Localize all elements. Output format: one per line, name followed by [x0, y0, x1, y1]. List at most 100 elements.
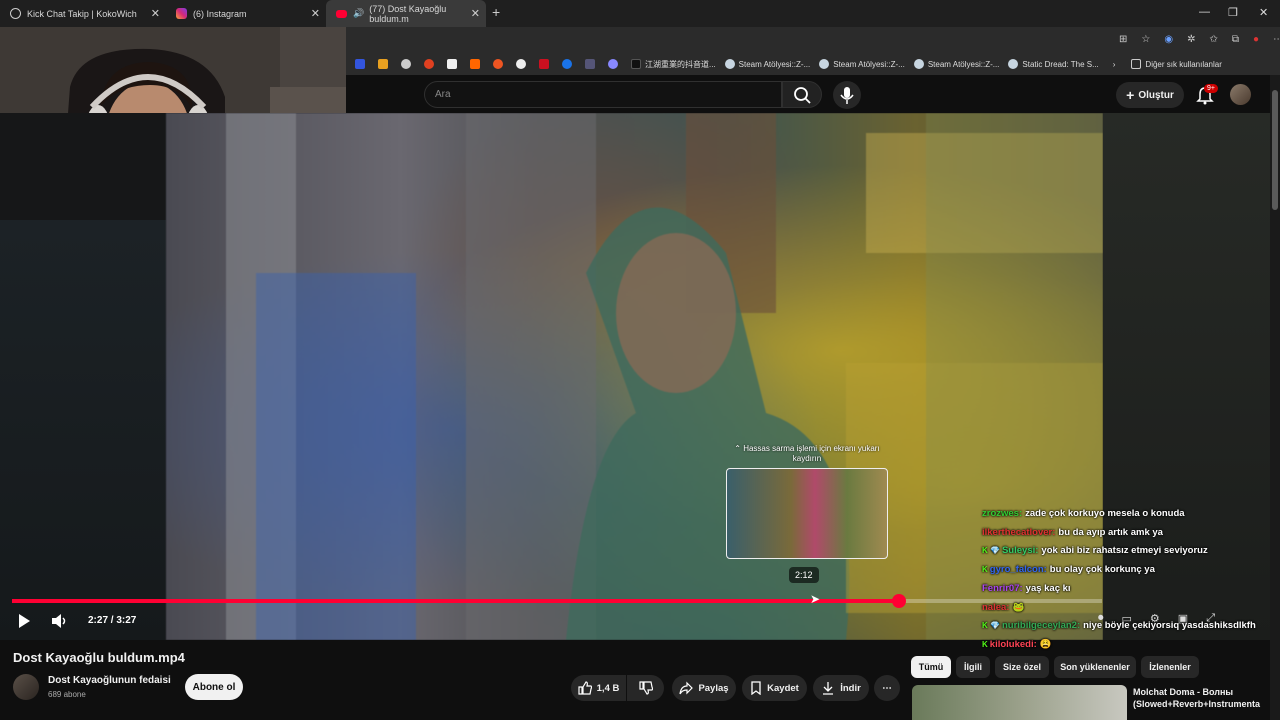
- mic-icon: [840, 87, 854, 104]
- bookmark[interactable]: [562, 59, 576, 69]
- voice-search-button[interactable]: [833, 81, 861, 109]
- subscribe-button[interactable]: Abone ol: [185, 674, 243, 700]
- browser-toolbar-icons: ⊞ ☆ ◉ ✲ ✩ ⧉ ● ⋯: [1119, 34, 1280, 45]
- video-frame[interactable]: [166, 113, 1103, 640]
- bookmark-tiktok[interactable]: 江湖重業的抖音道...: [631, 59, 716, 70]
- minimize-button[interactable]: —: [1199, 6, 1210, 18]
- bookmark-icon: [608, 59, 618, 69]
- more-actions-button[interactable]: ⋯: [874, 675, 900, 701]
- volume-icon: [52, 614, 66, 628]
- tab-title: (6) Instagram: [193, 8, 247, 19]
- more-dots-icon: ⋯: [882, 682, 892, 694]
- bookmark[interactable]: [355, 59, 369, 69]
- chat-message: nalea: 🐸: [982, 599, 1280, 618]
- chat-message: K 💎 Suleysi: yok abi biz rahatsız etmeyi s…: [982, 542, 1280, 561]
- bookmark[interactable]: [516, 59, 530, 69]
- download-icon: [823, 682, 834, 695]
- steam-icon: [1008, 59, 1019, 69]
- steam-icon: [913, 59, 924, 69]
- thumbs-down-icon: [638, 681, 653, 695]
- bookmark[interactable]: [401, 59, 415, 69]
- video-letterbox-left: [0, 220, 166, 640]
- globe-icon: [10, 8, 21, 19]
- dislike-button[interactable]: [627, 675, 664, 701]
- tab-title: (77) Dost Kayaoğlu buldum.m: [369, 3, 447, 24]
- bookmarks-overflow-chevron[interactable]: ›: [1113, 60, 1116, 69]
- puzzle-icon[interactable]: ✲: [1187, 34, 1195, 45]
- account-avatar[interactable]: [1230, 84, 1251, 105]
- like-button[interactable]: 1,4 B: [571, 675, 626, 701]
- close-window-button[interactable]: ✕: [1259, 6, 1268, 19]
- chat-text: bu olay çok korkunç ya: [1049, 564, 1155, 576]
- chat-text: bu da ayıp artık amk ya: [1058, 526, 1163, 538]
- chip-recently-uploaded[interactable]: Son yüklenenler: [1054, 656, 1136, 678]
- bookmark-icon: [539, 59, 549, 69]
- seek-hint-text: ⌃ Hassas sarma işlemi için ekranı yukarı…: [734, 444, 880, 463]
- volume-button[interactable]: [50, 612, 68, 630]
- recommendation-title[interactable]: Molchat Doma - Волны (Slowed+Reverb+Inst…: [1133, 686, 1273, 710]
- channel-name[interactable]: Dost Kayaoğlunun fedaisi: [48, 675, 171, 686]
- tab-instagram[interactable]: (6) Instagram ✕: [166, 0, 326, 27]
- folder-icon: [1131, 59, 1142, 69]
- bookmark[interactable]: [447, 59, 461, 69]
- scrollbar-thumb[interactable]: [1272, 90, 1278, 210]
- search-input[interactable]: Ara: [424, 81, 782, 108]
- play-button[interactable]: [16, 612, 32, 630]
- bookmark-icon: [401, 59, 411, 69]
- star-icon[interactable]: ☆: [1141, 34, 1150, 45]
- favorites-icon[interactable]: ✩: [1209, 34, 1217, 45]
- tab-kick-chat[interactable]: Kick Chat Takip | KokoWich ✕: [0, 0, 166, 27]
- bookmark-steam-3[interactable]: Steam Atölyesi::Z-...: [913, 59, 999, 69]
- save-button[interactable]: Kaydet: [742, 675, 807, 701]
- bookmark-icon: [470, 59, 480, 69]
- chip-related[interactable]: İlgili: [956, 656, 990, 678]
- channel-avatar[interactable]: [13, 674, 39, 700]
- notification-count-badge: 9+: [1204, 84, 1218, 93]
- new-tab-button[interactable]: +: [492, 4, 500, 20]
- chat-badge-icon: K: [982, 565, 988, 575]
- create-button[interactable]: + Oluştur: [1116, 82, 1184, 108]
- close-tab-icon[interactable]: ✕: [151, 7, 160, 20]
- bookmark[interactable]: [424, 59, 438, 69]
- mouse-cursor-icon: ➤: [810, 592, 821, 606]
- extension-icon[interactable]: ◉: [1164, 34, 1173, 45]
- bookmark-steam-1[interactable]: Steam Atölyesi::Z-...: [724, 59, 810, 69]
- download-button[interactable]: İndir: [813, 675, 869, 701]
- bookmark-steam-2[interactable]: Steam Atölyesi::Z-...: [819, 59, 905, 69]
- speaker-icon[interactable]: 🔊: [353, 8, 364, 19]
- instagram-icon: [176, 8, 187, 19]
- chat-text: yok abi biz rahatsız etmeyi seviyoruz: [1041, 545, 1208, 557]
- chip-for-you[interactable]: Size özel: [995, 656, 1049, 678]
- share-button[interactable]: Paylaş: [672, 675, 736, 701]
- close-tab-icon[interactable]: ✕: [311, 7, 320, 20]
- chat-username: nuribilgeceylan2:: [1001, 620, 1081, 632]
- seek-preview-time: 2:12: [789, 567, 819, 583]
- bookmark[interactable]: [585, 59, 599, 69]
- restore-button[interactable]: ❐: [1228, 6, 1238, 19]
- bookmark[interactable]: [470, 59, 484, 69]
- app-icon[interactable]: ⊞: [1119, 34, 1127, 45]
- video-scene: [226, 113, 1103, 640]
- chat-message: Kgyro_falcon: bu olay çok korkunç ya: [982, 561, 1280, 580]
- chip-watched[interactable]: İzlenenler: [1141, 656, 1199, 678]
- tab-youtube-video[interactable]: 🔊 (77) Dost Kayaoğlu buldum.m ✕: [326, 0, 486, 27]
- search-button[interactable]: [782, 81, 822, 108]
- chat-username: kilolukedi:: [989, 638, 1037, 650]
- profile-icon[interactable]: ●: [1253, 34, 1259, 45]
- bookmark-icon: [493, 59, 503, 69]
- chip-all[interactable]: Tümü: [911, 656, 951, 678]
- close-tab-icon[interactable]: ✕: [471, 7, 480, 20]
- bookmark-icon: [585, 59, 595, 69]
- bookmark[interactable]: [493, 59, 507, 69]
- chat-badge-icon: K: [982, 639, 988, 649]
- menu-dots-icon[interactable]: ⋯: [1273, 34, 1280, 45]
- collections-icon[interactable]: ⧉: [1232, 34, 1239, 45]
- bookmark[interactable]: [608, 59, 622, 69]
- recommendation-thumbnail[interactable]: [912, 685, 1127, 720]
- bookmark[interactable]: [539, 59, 553, 69]
- bookmarks-bar: 江湖重業的抖音道... Steam Atölyesi::Z-... Steam …: [346, 53, 1280, 75]
- share-label: Paylaş: [698, 682, 729, 694]
- bookmark-steam-4[interactable]: Static Dread: The S...: [1008, 59, 1099, 69]
- other-bookmarks[interactable]: Diğer sık kullanılanlar: [1131, 59, 1222, 69]
- bookmark[interactable]: [378, 59, 392, 69]
